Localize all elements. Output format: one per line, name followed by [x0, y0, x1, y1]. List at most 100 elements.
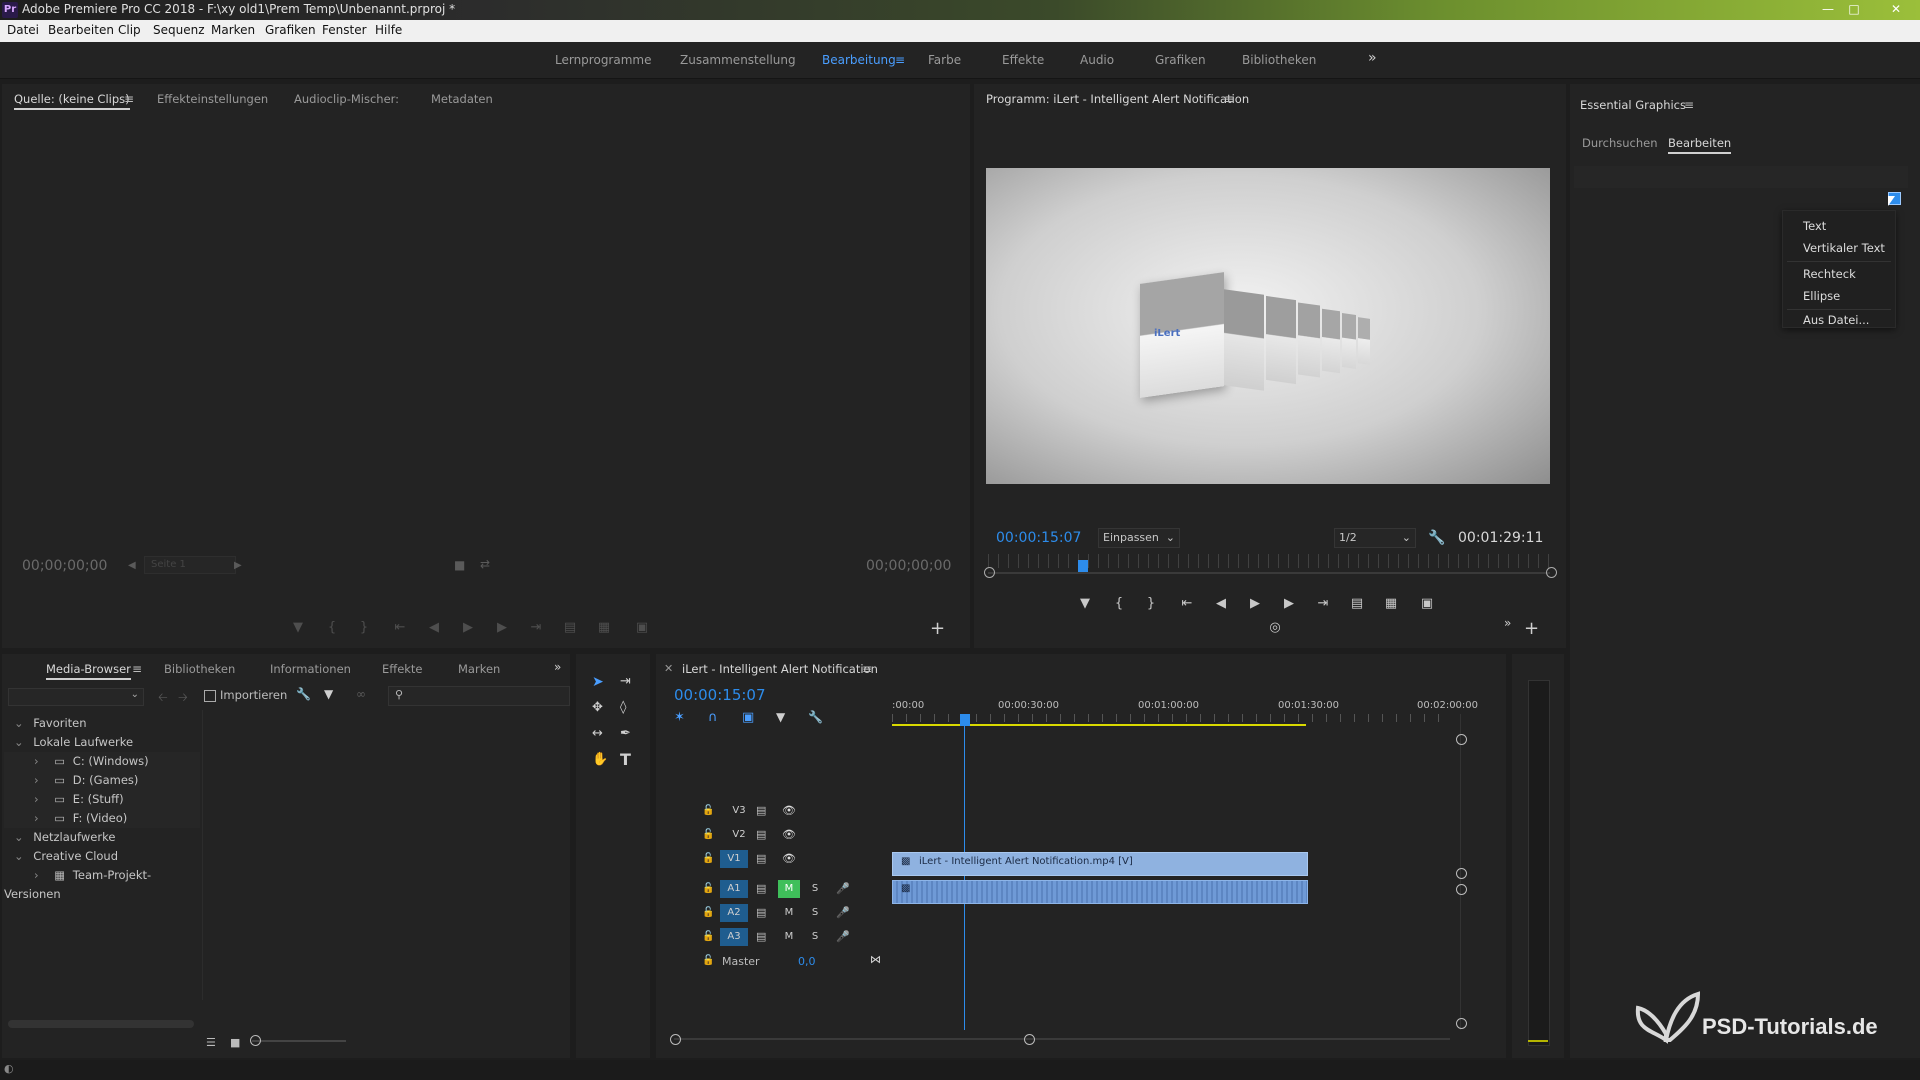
- menu-datei[interactable]: Datei: [7, 23, 39, 37]
- maximize-icon[interactable]: □: [1842, 0, 1866, 18]
- thumbnail-size-slider[interactable]: [252, 1040, 346, 1042]
- filter-icon[interactable]: ▼: [324, 687, 333, 701]
- scroll-handle[interactable]: [1456, 884, 1467, 895]
- insert-icon[interactable]: ▤: [559, 620, 581, 635]
- play-icon[interactable]: ▶: [1244, 596, 1266, 611]
- close-icon[interactable]: ✕: [1884, 0, 1908, 18]
- tab-effekte[interactable]: Effekte: [382, 662, 423, 676]
- slider-handle[interactable]: [250, 1035, 261, 1046]
- media-browser-menu-icon[interactable]: ≡: [132, 662, 142, 676]
- menu-item-ellipse[interactable]: Ellipse: [1803, 289, 1840, 303]
- track-label-v1[interactable]: V1: [720, 850, 748, 868]
- menu-fenster[interactable]: Fenster: [322, 23, 367, 37]
- link-icon[interactable]: ∞: [356, 687, 366, 701]
- lock-icon[interactable]: 🔓: [702, 907, 714, 918]
- mark-out-icon[interactable]: }: [1140, 596, 1162, 611]
- step-back-icon[interactable]: ◀: [423, 620, 445, 635]
- sync-lock-icon[interactable]: ▤: [756, 882, 766, 895]
- import-checkbox[interactable]: [204, 690, 216, 702]
- timeline-playhead-handle[interactable]: [960, 714, 970, 726]
- track-label-a1[interactable]: A1: [720, 880, 748, 898]
- scroll-handle[interactable]: [1456, 868, 1467, 879]
- menu-item-aus-datei[interactable]: Aus Datei...: [1803, 313, 1869, 327]
- more-workspaces-icon[interactable]: »: [1368, 50, 1377, 66]
- type-tool-icon[interactable]: T: [620, 750, 631, 769]
- sync-lock-icon[interactable]: ▤: [756, 828, 766, 841]
- track-label-a2[interactable]: A2: [720, 904, 748, 922]
- mute-button[interactable]: M: [782, 904, 796, 922]
- tab-effect-controls[interactable]: Effekteinstellungen: [157, 92, 268, 106]
- essential-graphics-menu-icon[interactable]: ≡: [1684, 98, 1694, 112]
- step-forward-icon[interactable]: ▶: [491, 620, 513, 635]
- sequence-tab[interactable]: iLert - Intelligent Alert Notification: [682, 662, 878, 676]
- marker-icon[interactable]: ▼: [287, 620, 309, 635]
- workspace-tab-farbe[interactable]: Farbe: [928, 53, 961, 67]
- sync-lock-icon[interactable]: ▤: [756, 906, 766, 919]
- tab-bibliotheken[interactable]: Bibliotheken: [164, 662, 235, 676]
- forward-arrow-icon[interactable]: 🡢: [178, 688, 188, 709]
- lock-icon[interactable]: 🔓: [702, 955, 714, 966]
- time-ruler[interactable]: :00:00 00:00:30:00 00:01:00:00 00:01:30:…: [892, 698, 1478, 728]
- menu-sequenz[interactable]: Sequenz: [153, 23, 205, 37]
- workspace-tab-bibliotheken[interactable]: Bibliotheken: [1242, 53, 1316, 67]
- zoom-handle-right[interactable]: [1546, 567, 1557, 578]
- track-label-a3[interactable]: A3: [720, 928, 748, 946]
- eye-icon[interactable]: 👁: [782, 852, 796, 865]
- mark-out-icon[interactable]: }: [353, 620, 375, 635]
- menu-hilfe[interactable]: Hilfe: [375, 23, 402, 37]
- menu-marken[interactable]: Marken: [211, 23, 255, 37]
- go-to-in-icon[interactable]: ⇤: [1176, 596, 1198, 611]
- more-controls-icon[interactable]: »: [1504, 616, 1511, 630]
- ripple-edit-tool-icon[interactable]: ✥: [592, 700, 603, 715]
- tree-item-favoriten[interactable]: ⌄ Favoriten: [4, 714, 200, 733]
- menu-item-vertikaler-text[interactable]: Vertikaler Text: [1803, 241, 1885, 255]
- drag-icon[interactable]: ⇄: [480, 557, 490, 571]
- tab-durchsuchen[interactable]: Durchsuchen: [1582, 136, 1658, 150]
- timeline-settings-icon[interactable]: 🔧: [808, 710, 823, 724]
- menu-item-text[interactable]: Text: [1803, 219, 1826, 233]
- lock-icon[interactable]: 🔓: [702, 805, 714, 816]
- tree-item-e-stuff[interactable]: › ▭ E: (Stuff): [4, 790, 200, 809]
- tree-item-team-projekt-versionen[interactable]: › ▦ Team-Projekt-Versionen: [4, 866, 200, 901]
- menu-clip[interactable]: Clip: [118, 23, 141, 37]
- wrench-icon[interactable]: 🔧: [296, 687, 311, 701]
- mark-in-icon[interactable]: {: [1108, 596, 1130, 611]
- resolution-select[interactable]: 1/2 ⌄: [1334, 528, 1416, 548]
- go-to-out-icon[interactable]: ⇥: [1312, 596, 1334, 611]
- workspace-tab-effekte[interactable]: Effekte: [1002, 53, 1044, 67]
- play-icon[interactable]: ▶: [457, 620, 479, 635]
- tab-informationen[interactable]: Informationen: [270, 662, 351, 676]
- tree-item-c-windows[interactable]: › ▭ C: (Windows): [4, 752, 200, 771]
- eye-icon[interactable]: 👁: [782, 828, 796, 841]
- workspace-tab-grafiken[interactable]: Grafiken: [1155, 53, 1206, 67]
- timeline-zoom-bar[interactable]: [674, 1038, 1450, 1040]
- export-frame-icon[interactable]: ▣: [1416, 596, 1438, 611]
- program-title[interactable]: Programm: iLert - Intelligent Alert Noti…: [986, 92, 1249, 106]
- zoom-handle-left[interactable]: [984, 567, 995, 578]
- snap-magnet-icon[interactable]: ∩: [708, 710, 718, 725]
- go-to-out-icon[interactable]: ⇥: [525, 620, 547, 635]
- workspace-tab-lernprogramme[interactable]: Lernprogramme: [555, 53, 651, 67]
- back-arrow-icon[interactable]: 🡠: [158, 688, 168, 709]
- lift-icon[interactable]: ▤: [1346, 596, 1368, 611]
- slip-tool-icon[interactable]: ↔: [592, 726, 603, 741]
- razor-tool-icon[interactable]: ◊: [620, 700, 626, 715]
- page-select[interactable]: Seite 1: [144, 556, 236, 574]
- page-prev-icon[interactable]: ◀: [128, 560, 136, 571]
- essential-graphics-title[interactable]: Essential Graphics: [1580, 98, 1686, 112]
- wrench-icon[interactable]: 🔧: [1428, 530, 1445, 546]
- list-view-icon[interactable]: ☰: [206, 1036, 216, 1049]
- scroll-handle[interactable]: [1456, 734, 1467, 745]
- add-marker-icon[interactable]: ▼: [776, 710, 785, 724]
- lock-icon[interactable]: 🔓: [702, 829, 714, 840]
- tree-item-creative-cloud[interactable]: ⌄ Creative Cloud: [4, 847, 200, 866]
- menu-item-rechteck[interactable]: Rechteck: [1803, 267, 1856, 281]
- mute-button[interactable]: M: [782, 928, 796, 946]
- mute-button[interactable]: M: [778, 880, 800, 898]
- program-mini-ruler[interactable]: [988, 554, 1550, 568]
- pen-tool-icon[interactable]: ✒: [620, 726, 631, 741]
- workspace-tab-audio[interactable]: Audio: [1080, 53, 1114, 67]
- selection-tool-icon[interactable]: ➤: [592, 674, 604, 690]
- step-back-icon[interactable]: ◀: [1210, 596, 1232, 611]
- add-button-icon[interactable]: +: [930, 618, 945, 639]
